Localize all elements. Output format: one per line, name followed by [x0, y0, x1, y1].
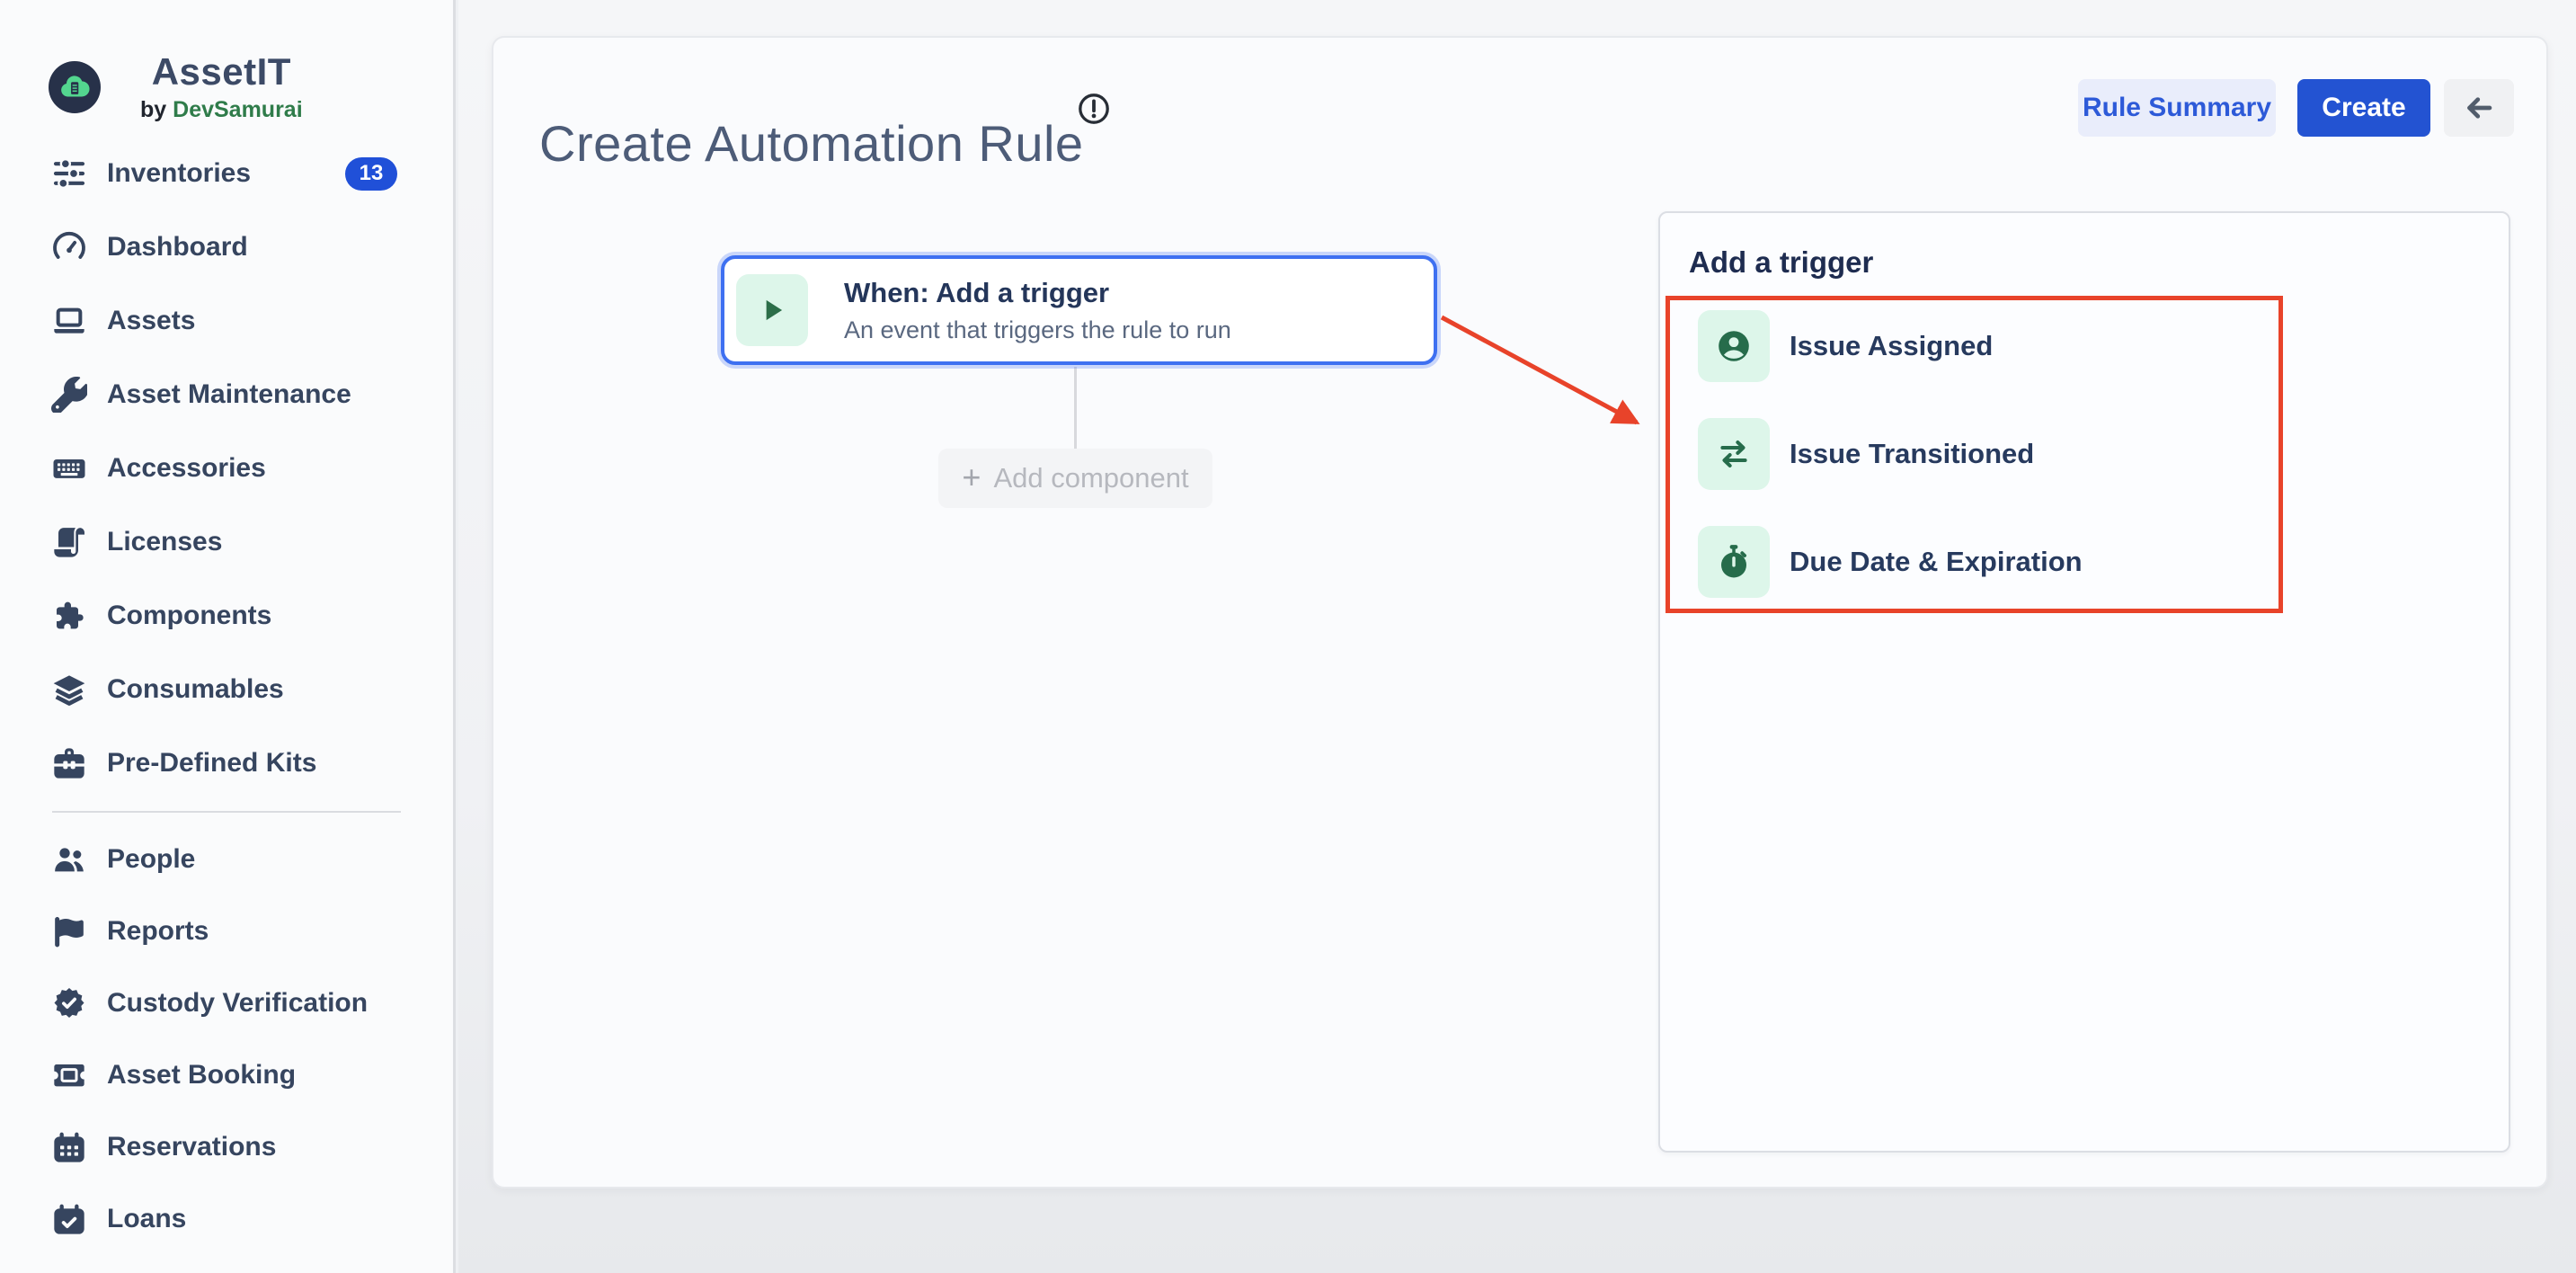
trigger-option-issue-assigned[interactable]: Issue Assigned	[1698, 310, 1993, 382]
trigger-option-label: Due Date & Expiration	[1790, 546, 2083, 578]
sidebar-item-dashboard[interactable]: Dashboard	[0, 210, 453, 284]
sidebar-item-loans[interactable]: Loans	[0, 1183, 453, 1255]
badge-check-icon	[51, 985, 87, 1021]
trigger-option-label: Issue Transitioned	[1790, 438, 2034, 470]
toolbox-icon	[51, 745, 87, 781]
user-circle-icon	[1698, 310, 1770, 382]
add-trigger-panel: Add a trigger Issue Assigned Issue Trans…	[1658, 211, 2510, 1153]
flag-icon	[51, 913, 87, 949]
arrow-left-icon	[2463, 92, 2495, 124]
back-button[interactable]	[2444, 79, 2514, 137]
sidebar-item-label: Custody Verification	[107, 988, 368, 1019]
trigger-option-issue-transitioned[interactable]: Issue Transitioned	[1698, 418, 2034, 490]
main-content: Create Automation Rule Rule Summary Crea…	[458, 0, 2576, 1273]
scroll-icon	[51, 524, 87, 560]
automation-rule-card: Create Automation Rule Rule Summary Crea…	[492, 36, 2548, 1188]
inventories-count-badge: 13	[345, 157, 397, 191]
puzzle-icon	[51, 598, 87, 634]
sidebar-item-assets[interactable]: Assets	[0, 284, 453, 358]
laptop-icon	[51, 303, 87, 339]
sidebar-item-asset-booking[interactable]: Asset Booking	[0, 1039, 453, 1111]
calendar-check-icon	[51, 1201, 87, 1237]
sidebar-item-label: Components	[107, 601, 271, 631]
trigger-node-subtitle: An event that triggers the rule to run	[844, 316, 1231, 344]
trigger-node[interactable]: When: Add a trigger An event that trigge…	[721, 255, 1437, 365]
sidebar-item-label: Pre-Defined Kits	[107, 748, 316, 779]
brand-name: DevSamurai	[173, 97, 303, 122]
app-byline: by DevSamurai	[140, 97, 303, 123]
sidebar-item-asset-maintenance[interactable]: Asset Maintenance	[0, 358, 453, 432]
logo-cloud-icon	[49, 61, 101, 113]
sliders-icon	[51, 156, 87, 191]
sidebar-item-label: Loans	[107, 1204, 186, 1234]
sidebar-item-consumables[interactable]: Consumables	[0, 653, 453, 726]
app-name: AssetIT	[152, 50, 291, 93]
sidebar-item-custody-verification[interactable]: Custody Verification	[0, 967, 453, 1039]
sidebar-item-components[interactable]: Components	[0, 579, 453, 653]
calendar-icon	[51, 1129, 87, 1165]
sidebar-divider	[52, 811, 401, 813]
keyboard-icon	[51, 450, 87, 486]
sidebar-item-licenses[interactable]: Licenses	[0, 505, 453, 579]
stopwatch-icon	[1698, 526, 1770, 598]
wrench-icon	[51, 377, 87, 413]
trigger-option-due-date-expiration[interactable]: Due Date & Expiration	[1698, 526, 2083, 598]
app-logo: AssetIT by DevSamurai	[49, 50, 303, 123]
layers-icon	[51, 672, 87, 708]
sidebar-item-people[interactable]: People	[0, 823, 453, 895]
ticket-icon	[51, 1057, 87, 1093]
sidebar-item-label: Assets	[107, 306, 195, 336]
create-button[interactable]: Create	[2297, 79, 2430, 137]
sidebar: AssetIT by DevSamurai Inventories 13 Das…	[0, 0, 456, 1273]
info-icon[interactable]	[1077, 92, 1111, 126]
sidebar-item-reports[interactable]: Reports	[0, 895, 453, 967]
play-icon	[736, 274, 808, 346]
sidebar-item-label: Asset Booking	[107, 1060, 296, 1091]
panel-heading: Add a trigger	[1689, 245, 1873, 280]
rule-summary-button[interactable]: Rule Summary	[2078, 79, 2276, 137]
plus-icon: +	[962, 461, 981, 494]
trigger-option-label: Issue Assigned	[1790, 330, 1993, 362]
node-connector-line	[1074, 367, 1077, 449]
sidebar-item-label: Asset Maintenance	[107, 379, 351, 410]
swap-arrows-icon	[1698, 418, 1770, 490]
gauge-icon	[51, 229, 87, 265]
sidebar-item-label: Reservations	[107, 1132, 276, 1162]
sidebar-item-accessories[interactable]: Accessories	[0, 432, 453, 505]
sidebar-item-pre-defined-kits[interactable]: Pre-Defined Kits	[0, 726, 453, 800]
sidebar-nav: Inventories 13 Dashboard Assets Asset Ma…	[0, 137, 453, 1255]
sidebar-item-label: Inventories	[107, 158, 251, 189]
trigger-node-title: When: Add a trigger	[844, 277, 1231, 309]
sidebar-item-label: Consumables	[107, 674, 284, 705]
sidebar-item-label: Accessories	[107, 453, 266, 484]
add-component-label: Add component	[993, 462, 1188, 494]
sidebar-item-label: Reports	[107, 916, 209, 947]
add-component-button[interactable]: + Add component	[938, 449, 1212, 508]
users-icon	[51, 841, 87, 877]
sidebar-item-label: Licenses	[107, 527, 222, 557]
sidebar-item-reservations[interactable]: Reservations	[0, 1111, 453, 1183]
sidebar-item-label: People	[107, 844, 195, 875]
sidebar-item-inventories[interactable]: Inventories 13	[0, 137, 453, 210]
page-title: Create Automation Rule	[539, 119, 1084, 169]
sidebar-item-label: Dashboard	[107, 232, 248, 263]
